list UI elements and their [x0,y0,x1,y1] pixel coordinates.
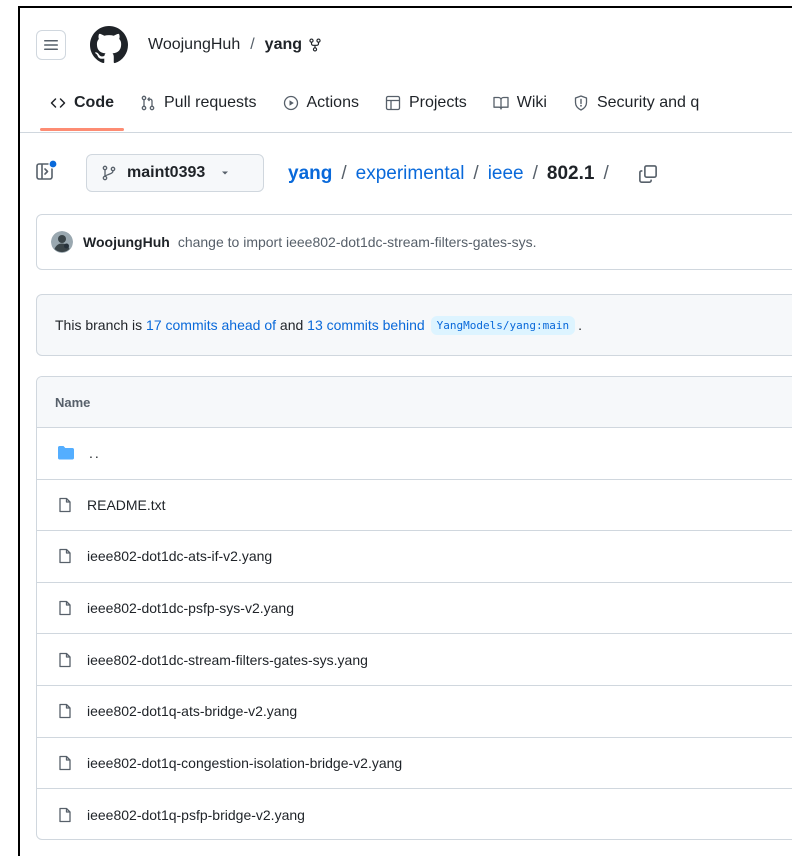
shield-icon [574,95,588,111]
commits-behind-link[interactable]: 13 commits behind [307,317,425,333]
table-row[interactable]: ieee802-dot1dc-ats-if-v2.yang [37,531,792,583]
parent-directory-row[interactable]: .. [37,428,792,480]
path-separator: / [250,36,255,53]
tab-label: Code [74,94,114,111]
table-row[interactable]: ieee802-dot1q-psfp-bridge-v2.yang [37,789,792,839]
file-name-link[interactable]: ieee802-dot1q-psfp-bridge-v2.yang [87,807,305,823]
file-name-link[interactable]: ieee802-dot1dc-psfp-sys-v2.yang [87,600,294,616]
breadcrumb: yang / experimental / ieee / 802.1 / [288,163,658,185]
header-divider [20,132,792,133]
file-icon [59,652,71,667]
parent-directory-link[interactable]: .. [89,445,101,461]
file-icon [59,600,71,616]
active-tab-underline [40,128,124,131]
breadcrumb-current-directory: 802.1 [546,163,595,184]
github-logo-icon[interactable] [90,26,128,64]
file-icon [59,497,71,513]
tab-label: Wiki [516,94,547,111]
play-icon [283,95,298,111]
expand-file-tree-icon[interactable] [34,158,60,184]
table-row[interactable]: README.txt [37,480,792,532]
commit-message-link[interactable]: change to import ieee802-dot1dc-stream-f… [178,234,537,250]
latest-commit-box: WoojungHuh change to import ieee802-dot1… [36,214,792,270]
tab-security[interactable]: Security and q [563,88,709,118]
breadcrumb-trailing-separator: / [603,163,609,184]
copy-icon[interactable] [638,164,658,184]
branch-status-and: and [279,317,304,333]
commit-author-link[interactable]: WoojungHuh [83,234,170,250]
window-frame: WoojungHuh / yang Code Pull requests Act… [18,6,792,856]
repo-header: WoojungHuh / yang Code Pull requests Act… [20,8,792,133]
menu-button[interactable] [36,30,66,60]
file-icon [59,807,71,823]
fork-icon [309,38,321,52]
column-header-name: Name [55,394,91,410]
page-content: WoojungHuh / yang Code Pull requests Act… [20,8,792,856]
file-name-link[interactable]: ieee802-dot1q-ats-bridge-v2.yang [87,703,297,719]
folder-icon [58,446,74,460]
chevron-down-icon [222,171,229,175]
tab-label: Pull requests [164,94,257,111]
file-icon [59,755,71,771]
branch-status-banner: This branch is 17 commits ahead of and 1… [36,294,792,356]
table-header: Name [37,377,792,428]
table-row[interactable]: ieee802-dot1q-ats-bridge-v2.yang [37,686,792,738]
book-icon [493,96,509,110]
breadcrumb-experimental-link[interactable]: experimental [356,163,465,185]
branch-name: maint0393 [127,164,206,181]
branch-icon [102,165,116,181]
repo-owner-link[interactable]: WoojungHuh [148,36,240,54]
file-icon [59,549,71,564]
branch-status-prefix: This branch is [55,317,143,333]
branch-selector-button[interactable]: maint0393 [86,154,264,192]
tab-code[interactable]: Code [40,88,124,131]
tab-actions[interactable]: Actions [273,88,369,118]
breadcrumb-repo-link[interactable]: yang [288,163,332,185]
file-table: Name .. README.txt ieee802-dot1dc-ats-if… [36,376,792,840]
file-icon [59,704,71,719]
tab-projects[interactable]: Projects [375,88,477,118]
table-row[interactable]: ieee802-dot1dc-psfp-sys-v2.yang [37,583,792,635]
tab-label: Security and q [596,94,700,111]
pull-request-icon [141,95,155,111]
commits-ahead-link[interactable]: 17 commits ahead of [146,317,276,333]
table-row[interactable]: ieee802-dot1dc-stream-filters-gates-sys.… [37,634,792,686]
file-name-link[interactable]: ieee802-dot1dc-stream-filters-gates-sys.… [87,652,368,668]
table-row[interactable]: ieee802-dot1q-congestion-isolation-bridg… [37,738,792,790]
tab-label: Projects [408,94,467,111]
hamburger-icon [44,40,58,50]
breadcrumb-separator: / [341,163,347,184]
breadcrumb-separator: / [532,163,538,184]
code-icon [50,98,66,108]
repo-nav: Code Pull requests Actions Projects Wiki… [40,88,715,132]
file-name-link[interactable]: ieee802-dot1q-congestion-isolation-bridg… [87,755,402,771]
tab-pull-requests[interactable]: Pull requests [130,88,267,118]
repo-path: WoojungHuh / yang [148,36,322,54]
file-name-link[interactable]: ieee802-dot1dc-ats-if-v2.yang [87,548,272,564]
branch-status-suffix: . [578,317,583,333]
breadcrumb-separator: / [473,163,479,184]
repo-name-link[interactable]: yang [265,36,302,54]
tab-label: Actions [306,94,359,111]
breadcrumb-ieee-link[interactable]: ieee [488,163,524,185]
avatar[interactable] [51,231,73,253]
table-icon [385,95,401,111]
upstream-branch-label[interactable]: YangModels/yang:main [430,315,576,335]
file-name-link[interactable]: README.txt [87,497,166,513]
tab-wiki[interactable]: Wiki [483,88,557,118]
